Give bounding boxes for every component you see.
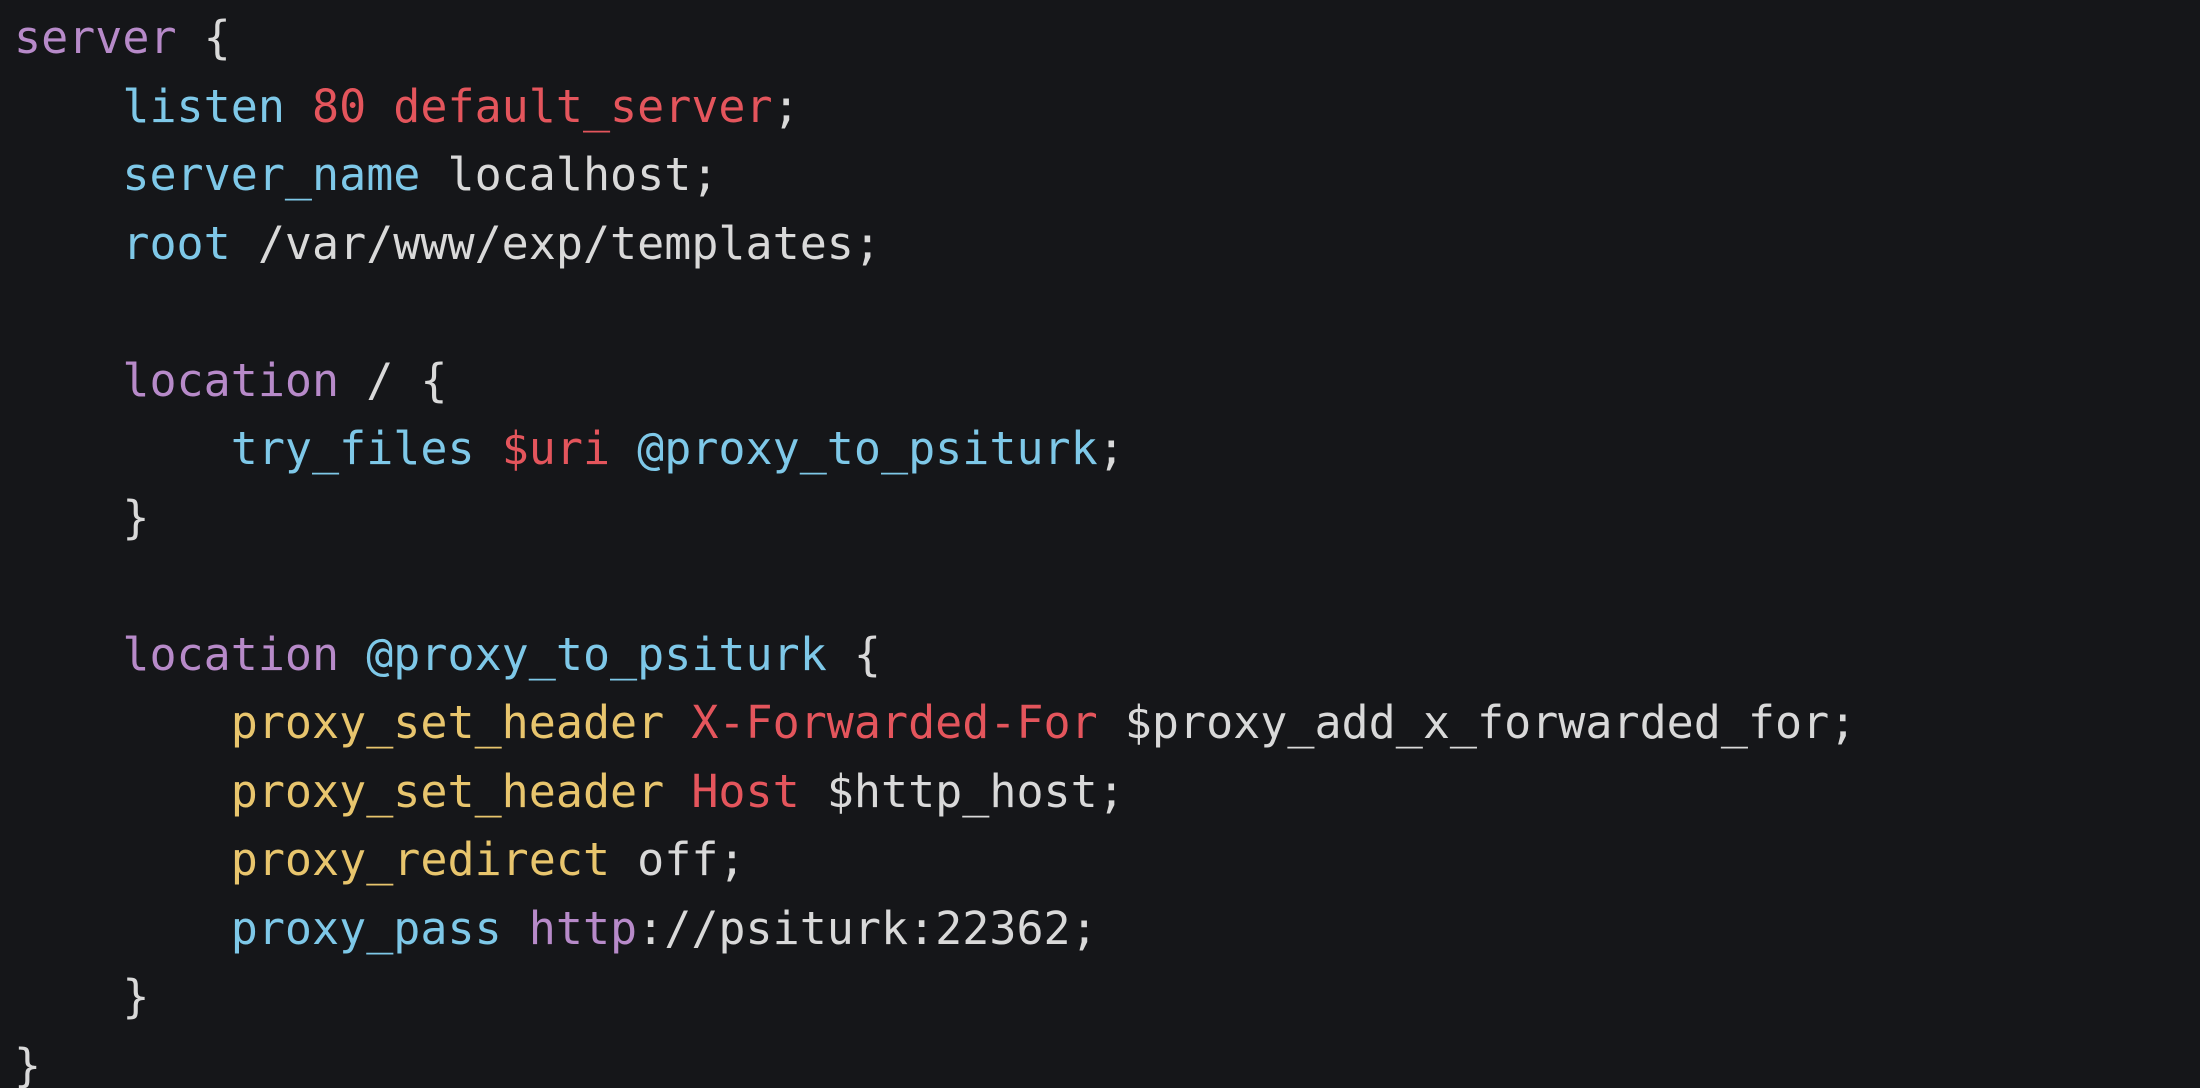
- code-token: try_files: [230, 422, 475, 475]
- code-token: $http_host;: [799, 764, 1125, 818]
- code-token: http: [528, 901, 638, 955]
- code-token: }: [14, 1038, 42, 1088]
- code-token: off;: [610, 833, 746, 886]
- code-token: proxy_set_header: [230, 764, 665, 818]
- code-line[interactable]: location @proxy_to_psiturk {: [14, 621, 2200, 690]
- code-token: localhost;: [420, 148, 719, 201]
- code-token: $proxy_add_x_forwarded_for;: [1097, 696, 1857, 749]
- code-line[interactable]: listen 80 default_server;: [14, 73, 2200, 142]
- code-token: root: [122, 216, 231, 270]
- code-line[interactable]: proxy_set_header Host $http_host;: [14, 758, 2200, 827]
- code-token: ;: [772, 79, 800, 133]
- code-token: / {: [339, 353, 448, 407]
- code-token: server_name: [122, 148, 421, 201]
- code-line[interactable]: }: [14, 1032, 2200, 1088]
- code-token: @proxy_to_psiturk: [366, 627, 827, 681]
- code-line[interactable]: }: [14, 484, 2200, 553]
- code-token: 80 default_server: [312, 79, 773, 133]
- code-token: server: [14, 11, 177, 64]
- code-token: X-Forwarded-For: [691, 696, 1098, 749]
- code-line[interactable]: [14, 278, 2200, 347]
- code-line[interactable]: proxy_redirect off;: [14, 826, 2200, 895]
- code-token: }: [14, 970, 150, 1023]
- code-line[interactable]: root /var/www/exp/templates;: [14, 210, 2200, 279]
- code-line[interactable]: [14, 552, 2200, 621]
- code-token: @proxy_to_psiturk: [637, 422, 1098, 475]
- code-token: proxy_pass: [230, 901, 502, 955]
- code-line[interactable]: location / {: [14, 347, 2200, 416]
- code-token: Host: [691, 764, 800, 818]
- code-token: }: [14, 490, 150, 544]
- code-token: {: [176, 11, 231, 64]
- code-token: proxy_redirect: [230, 833, 611, 886]
- code-line[interactable]: server {: [14, 4, 2200, 73]
- code-token: location: [122, 353, 340, 407]
- code-token: /var/www/exp/templates;: [230, 216, 881, 270]
- code-line[interactable]: proxy_pass http://psiturk:22362;: [14, 895, 2200, 964]
- code-line[interactable]: server_name localhost;: [14, 141, 2200, 210]
- code-token: $uri: [501, 422, 611, 475]
- code-editor[interactable]: server { listen 80 default_server; serve…: [0, 0, 2200, 1088]
- code-line[interactable]: }: [14, 963, 2200, 1032]
- code-token: {: [826, 627, 881, 681]
- code-token: location: [122, 627, 340, 681]
- code-token: ;: [1097, 422, 1125, 475]
- code-token: proxy_set_header: [230, 696, 665, 749]
- code-line[interactable]: try_files $uri @proxy_to_psiturk;: [14, 415, 2200, 484]
- code-line[interactable]: proxy_set_header X-Forwarded-For $proxy_…: [14, 689, 2200, 758]
- code-token: listen: [122, 79, 285, 133]
- code-token: ://psiturk:22362;: [637, 901, 1098, 955]
